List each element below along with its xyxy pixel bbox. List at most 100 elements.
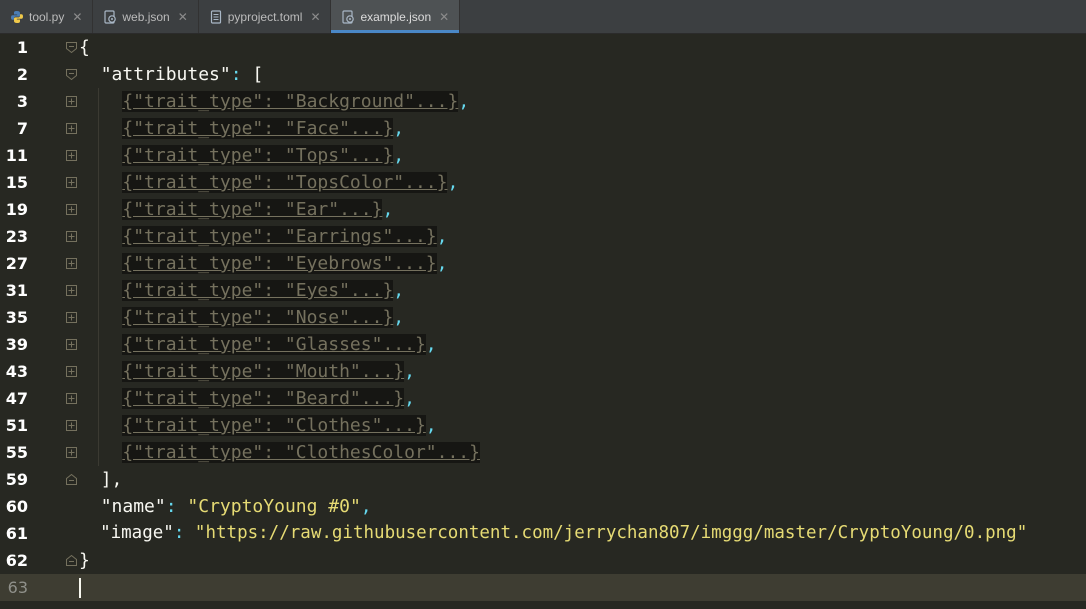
code-line[interactable]: 31 {"trait_type": "Eyes"...}, xyxy=(0,277,1086,304)
code-line[interactable]: 51 {"trait_type": "Clothes"...}, xyxy=(0,412,1086,439)
line-number: 62 xyxy=(5,551,28,570)
line-number: 47 xyxy=(5,389,28,408)
tab-tool-py[interactable]: tool.py ✕ xyxy=(0,0,94,33)
brace: { xyxy=(79,37,90,58)
expand-icon[interactable] xyxy=(65,365,78,378)
line-number: 27 xyxy=(5,254,28,273)
folded-region[interactable]: {"trait_type": "Mouth"...} xyxy=(122,361,405,382)
tab-example-json[interactable]: example.json ✕ xyxy=(331,0,461,33)
comma: , xyxy=(425,415,437,436)
close-icon[interactable]: ✕ xyxy=(72,10,82,24)
code-text: {"trait_type": "Tops"...}, xyxy=(79,142,404,169)
line-number: 11 xyxy=(5,146,28,165)
expand-icon[interactable] xyxy=(65,149,78,162)
folded-region[interactable]: {"trait_type": "Beard"...} xyxy=(122,388,405,409)
fold-end-icon[interactable] xyxy=(65,554,78,567)
code-line[interactable]: 62 } xyxy=(0,547,1086,574)
comma: , xyxy=(360,496,372,517)
expand-icon[interactable] xyxy=(65,419,78,432)
expand-icon[interactable] xyxy=(65,176,78,189)
code-line[interactable]: 11 {"trait_type": "Tops"...}, xyxy=(0,142,1086,169)
code-line[interactable]: 3 {"trait_type": "Background"...}, xyxy=(0,88,1086,115)
colon: : xyxy=(165,496,188,517)
expand-icon[interactable] xyxy=(65,311,78,324)
code-line[interactable]: 61 "image": "https://raw.githubuserconte… xyxy=(0,520,1086,547)
close-icon[interactable]: ✕ xyxy=(178,10,188,24)
folded-region[interactable]: {"trait_type": "TopsColor"...} xyxy=(122,172,448,193)
folded-region[interactable]: {"trait_type": "ClothesColor"...} xyxy=(122,442,480,463)
code-line[interactable]: 43 {"trait_type": "Mouth"...}, xyxy=(0,358,1086,385)
expand-icon[interactable] xyxy=(65,392,78,405)
code-line[interactable]: 55 {"trait_type": "ClothesColor"...} xyxy=(0,439,1086,466)
expand-icon[interactable] xyxy=(65,203,78,216)
folded-region[interactable]: {"trait_type": "Glasses"...} xyxy=(122,334,426,355)
expand-icon[interactable] xyxy=(65,338,78,351)
comma: , xyxy=(436,253,448,274)
closing-bracket: ], xyxy=(100,469,123,490)
comma: , xyxy=(404,361,415,382)
folded-region[interactable]: {"trait_type": "Face"...} xyxy=(122,118,394,139)
code-editor[interactable]: 1 { 2 "attributes": [ 3 {"trait_type": "… xyxy=(0,34,1086,609)
code-line[interactable]: 47 {"trait_type": "Beard"...}, xyxy=(0,385,1086,412)
fold-end-icon[interactable] xyxy=(65,473,78,486)
code-line[interactable]: 39 {"trait_type": "Glasses"...}, xyxy=(0,331,1086,358)
line-number: 31 xyxy=(5,281,28,300)
code-text: {"trait_type": "Eyes"...}, xyxy=(79,277,404,304)
comma: , xyxy=(425,334,437,355)
comma: , xyxy=(436,226,448,247)
expand-icon[interactable] xyxy=(65,230,78,243)
code-line[interactable]: 15 {"trait_type": "TopsColor"...}, xyxy=(0,169,1086,196)
code-text: {"trait_type": "Background"...}, xyxy=(79,88,469,115)
json-string: "CryptoYoung #0" xyxy=(187,496,361,517)
code-text: {"trait_type": "Face"...}, xyxy=(79,115,404,142)
code-line[interactable]: 59 ], xyxy=(0,466,1086,493)
expand-icon[interactable] xyxy=(65,95,78,108)
code-text: {"trait_type": "Earrings"...}, xyxy=(79,223,447,250)
line-number: 55 xyxy=(5,443,28,462)
fold-icon[interactable] xyxy=(65,68,78,81)
folded-region[interactable]: {"trait_type": "Eyes"...} xyxy=(122,280,394,301)
folded-region[interactable]: {"trait_type": "Eyebrows"...} xyxy=(122,253,437,274)
code-text: {"trait_type": "Eyebrows"...}, xyxy=(79,250,447,277)
code-line[interactable]: 1 { xyxy=(0,34,1086,61)
tab-pyproject-toml[interactable]: pyproject.toml ✕ xyxy=(199,0,332,33)
close-icon[interactable]: ✕ xyxy=(439,10,449,24)
close-icon[interactable]: ✕ xyxy=(310,10,320,24)
current-line[interactable]: 63 xyxy=(0,574,1086,601)
folded-region[interactable]: {"trait_type": "Nose"...} xyxy=(122,307,394,328)
bracket: [ xyxy=(252,64,264,85)
json-key: "name" xyxy=(100,496,166,517)
line-number: 39 xyxy=(5,335,28,354)
fold-icon[interactable] xyxy=(65,41,78,54)
folded-region[interactable]: {"trait_type": "Tops"...} xyxy=(122,145,394,166)
folded-region[interactable]: {"trait_type": "Ear"...} xyxy=(122,199,383,220)
code-line[interactable]: 19 {"trait_type": "Ear"...}, xyxy=(0,196,1086,223)
folded-region[interactable]: {"trait_type": "Background"...} xyxy=(122,91,459,112)
folded-region[interactable]: {"trait_type": "Clothes"...} xyxy=(122,415,426,436)
expand-icon[interactable] xyxy=(65,284,78,297)
toml-file-icon xyxy=(210,9,221,24)
code-line[interactable]: 35 {"trait_type": "Nose"...}, xyxy=(0,304,1086,331)
code-line[interactable]: 60 "name": "CryptoYoung #0", xyxy=(0,493,1086,520)
folded-region[interactable]: {"trait_type": "Earrings"...} xyxy=(122,226,437,247)
expand-icon[interactable] xyxy=(65,257,78,270)
json-key: "image" xyxy=(100,523,174,543)
comma: , xyxy=(447,172,459,193)
code-text: "name": "CryptoYoung #0", xyxy=(79,493,372,520)
code-line[interactable]: 2 "attributes": [ xyxy=(0,61,1086,88)
code-line[interactable]: 23 {"trait_type": "Earrings"...}, xyxy=(0,223,1086,250)
tab-web-json[interactable]: web.json ✕ xyxy=(93,0,199,33)
code-line[interactable]: 27 {"trait_type": "Eyebrows"...}, xyxy=(0,250,1086,277)
expand-icon[interactable] xyxy=(65,446,78,459)
comma: , xyxy=(393,145,405,166)
code-text: "image": "https://raw.githubusercontent.… xyxy=(79,520,1027,547)
code-text: {"trait_type": "Nose"...}, xyxy=(79,304,404,331)
json-key: "attributes" xyxy=(100,64,231,85)
code-text: {"trait_type": "Beard"...}, xyxy=(79,385,415,412)
code-text: {"trait_type": "TopsColor"...}, xyxy=(79,169,458,196)
code-line[interactable]: 7 {"trait_type": "Face"...}, xyxy=(0,115,1086,142)
comma: , xyxy=(393,307,405,328)
colon: : xyxy=(173,523,195,543)
expand-icon[interactable] xyxy=(65,122,78,135)
line-number: 59 xyxy=(5,470,28,489)
